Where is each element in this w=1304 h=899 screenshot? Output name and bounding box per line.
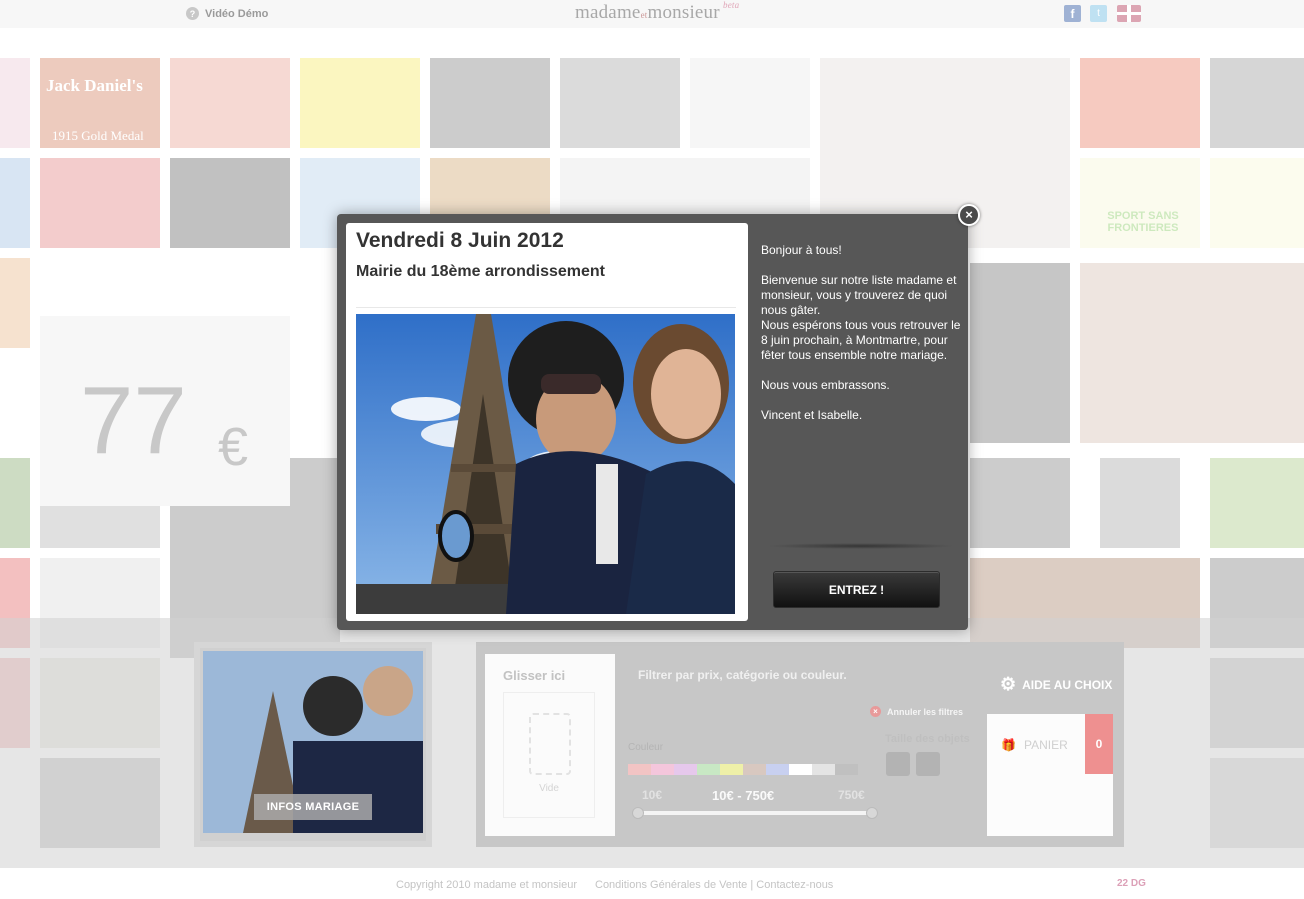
infos-mariage-button[interactable]: INFOS MARIAGE xyxy=(254,794,372,820)
price-min-label: 10€ xyxy=(642,788,663,802)
message-body: Bienvenue sur notre liste madame et mons… xyxy=(761,273,957,317)
price-slider-min-handle[interactable] xyxy=(632,807,644,819)
logo-beta: beta xyxy=(723,0,740,10)
color-swatches xyxy=(628,764,858,775)
cart-label: PANIER xyxy=(1023,738,1068,752)
message-body-2: Nous espérons tous vous retrouver le 8 j… xyxy=(761,318,961,362)
filter-title: Filtrer par prix, catégorie ou couleur. xyxy=(638,668,847,682)
event-date: Vendredi 8 Juin 2012 xyxy=(356,229,564,252)
card-divider xyxy=(356,307,736,308)
drop-zone-empty: Vide xyxy=(539,783,559,794)
reset-filters-label: Annuler les filtres xyxy=(887,706,964,717)
color-filter-label: Couleur xyxy=(628,742,664,753)
help-choice-button[interactable]: ⚙ AIDE AU CHOIX xyxy=(1000,674,1112,695)
cart-panel[interactable]: 🎁 PANIER 0 xyxy=(987,714,1113,836)
gear-icon: ⚙ xyxy=(1000,674,1017,694)
footer-links: Conditions Générales de Vente | Contacte… xyxy=(595,879,833,891)
color-swatch[interactable] xyxy=(720,764,743,775)
footer-separator: | xyxy=(750,879,754,891)
uk-flag-icon[interactable] xyxy=(1117,5,1141,22)
facebook-icon[interactable]: f xyxy=(1064,5,1081,22)
price-slider-max-handle[interactable] xyxy=(866,807,878,819)
color-swatch[interactable] xyxy=(766,764,789,775)
close-icon: × xyxy=(870,706,881,717)
color-swatch[interactable] xyxy=(743,764,766,775)
logo-text-madame: madame xyxy=(575,2,641,23)
price-max-label: 750€ xyxy=(838,788,865,802)
video-demo-link[interactable]: ? Vidéo Démo xyxy=(186,7,268,20)
size-filter-label: Taille des objets xyxy=(885,733,970,745)
color-swatch[interactable] xyxy=(651,764,674,775)
footer: Copyright 2010 madame et monsieur Condit… xyxy=(0,868,1304,899)
cgv-link[interactable]: Conditions Générales de Vente xyxy=(595,879,747,891)
message-signature: Vincent et Isabelle. xyxy=(761,408,863,422)
page: Jack Daniel's 1915 Gold Medal SPORT SANS… xyxy=(0,0,1304,899)
help-icon: ? xyxy=(186,7,199,20)
reset-filters-link[interactable]: × Annuler les filtres xyxy=(870,706,963,717)
color-swatch[interactable] xyxy=(812,764,835,775)
logo-text-monsieur: monsieur xyxy=(647,2,720,23)
price-range-label: 10€ - 750€ xyxy=(712,788,775,803)
site-logo[interactable]: madameetmonsieur beta xyxy=(575,0,739,24)
color-swatch[interactable] xyxy=(697,764,720,775)
drop-zone[interactable]: Glisser ici Vide xyxy=(485,654,615,836)
color-swatch[interactable] xyxy=(835,764,858,775)
agency-logo[interactable]: 22 DG xyxy=(1117,878,1146,889)
size-small-button[interactable] xyxy=(886,752,910,776)
help-choice-label: AIDE AU CHOIX xyxy=(1022,677,1113,692)
twitter-icon[interactable]: t xyxy=(1090,5,1107,22)
cart-count: 0 xyxy=(1085,714,1113,774)
size-large-button[interactable] xyxy=(916,752,940,776)
drop-zone-title: Glisser ici xyxy=(503,668,566,683)
color-swatch[interactable] xyxy=(674,764,697,775)
copyright: Copyright 2010 madame et monsieur xyxy=(396,879,577,891)
drop-slot-icon xyxy=(529,713,571,775)
price-slider[interactable] xyxy=(632,807,878,819)
event-venue: Mairie du 18ème arrondissement xyxy=(356,263,605,280)
message-greeting: Bonjour à tous! xyxy=(761,243,842,257)
close-icon[interactable]: × xyxy=(958,204,980,226)
couple-photo xyxy=(356,314,735,614)
color-swatch[interactable] xyxy=(789,764,812,775)
video-demo-label: Vidéo Démo xyxy=(205,7,269,20)
enter-button[interactable]: ENTREZ ! xyxy=(773,571,940,608)
welcome-message: Bonjour à tous! Bienvenue sur notre list… xyxy=(761,243,966,438)
message-closing: Nous vous embrassons. xyxy=(761,378,890,392)
drop-zone-box: Vide xyxy=(503,692,595,818)
contact-link[interactable]: Contactez-nous xyxy=(756,879,833,891)
color-swatch[interactable] xyxy=(628,764,651,775)
gift-icon: 🎁 xyxy=(1001,738,1016,752)
modal-divider xyxy=(767,543,955,549)
top-bar: ? Vidéo Démo madameetmonsieur beta f t xyxy=(0,0,1304,28)
cart-label-row: 🎁 PANIER xyxy=(1001,738,1068,752)
